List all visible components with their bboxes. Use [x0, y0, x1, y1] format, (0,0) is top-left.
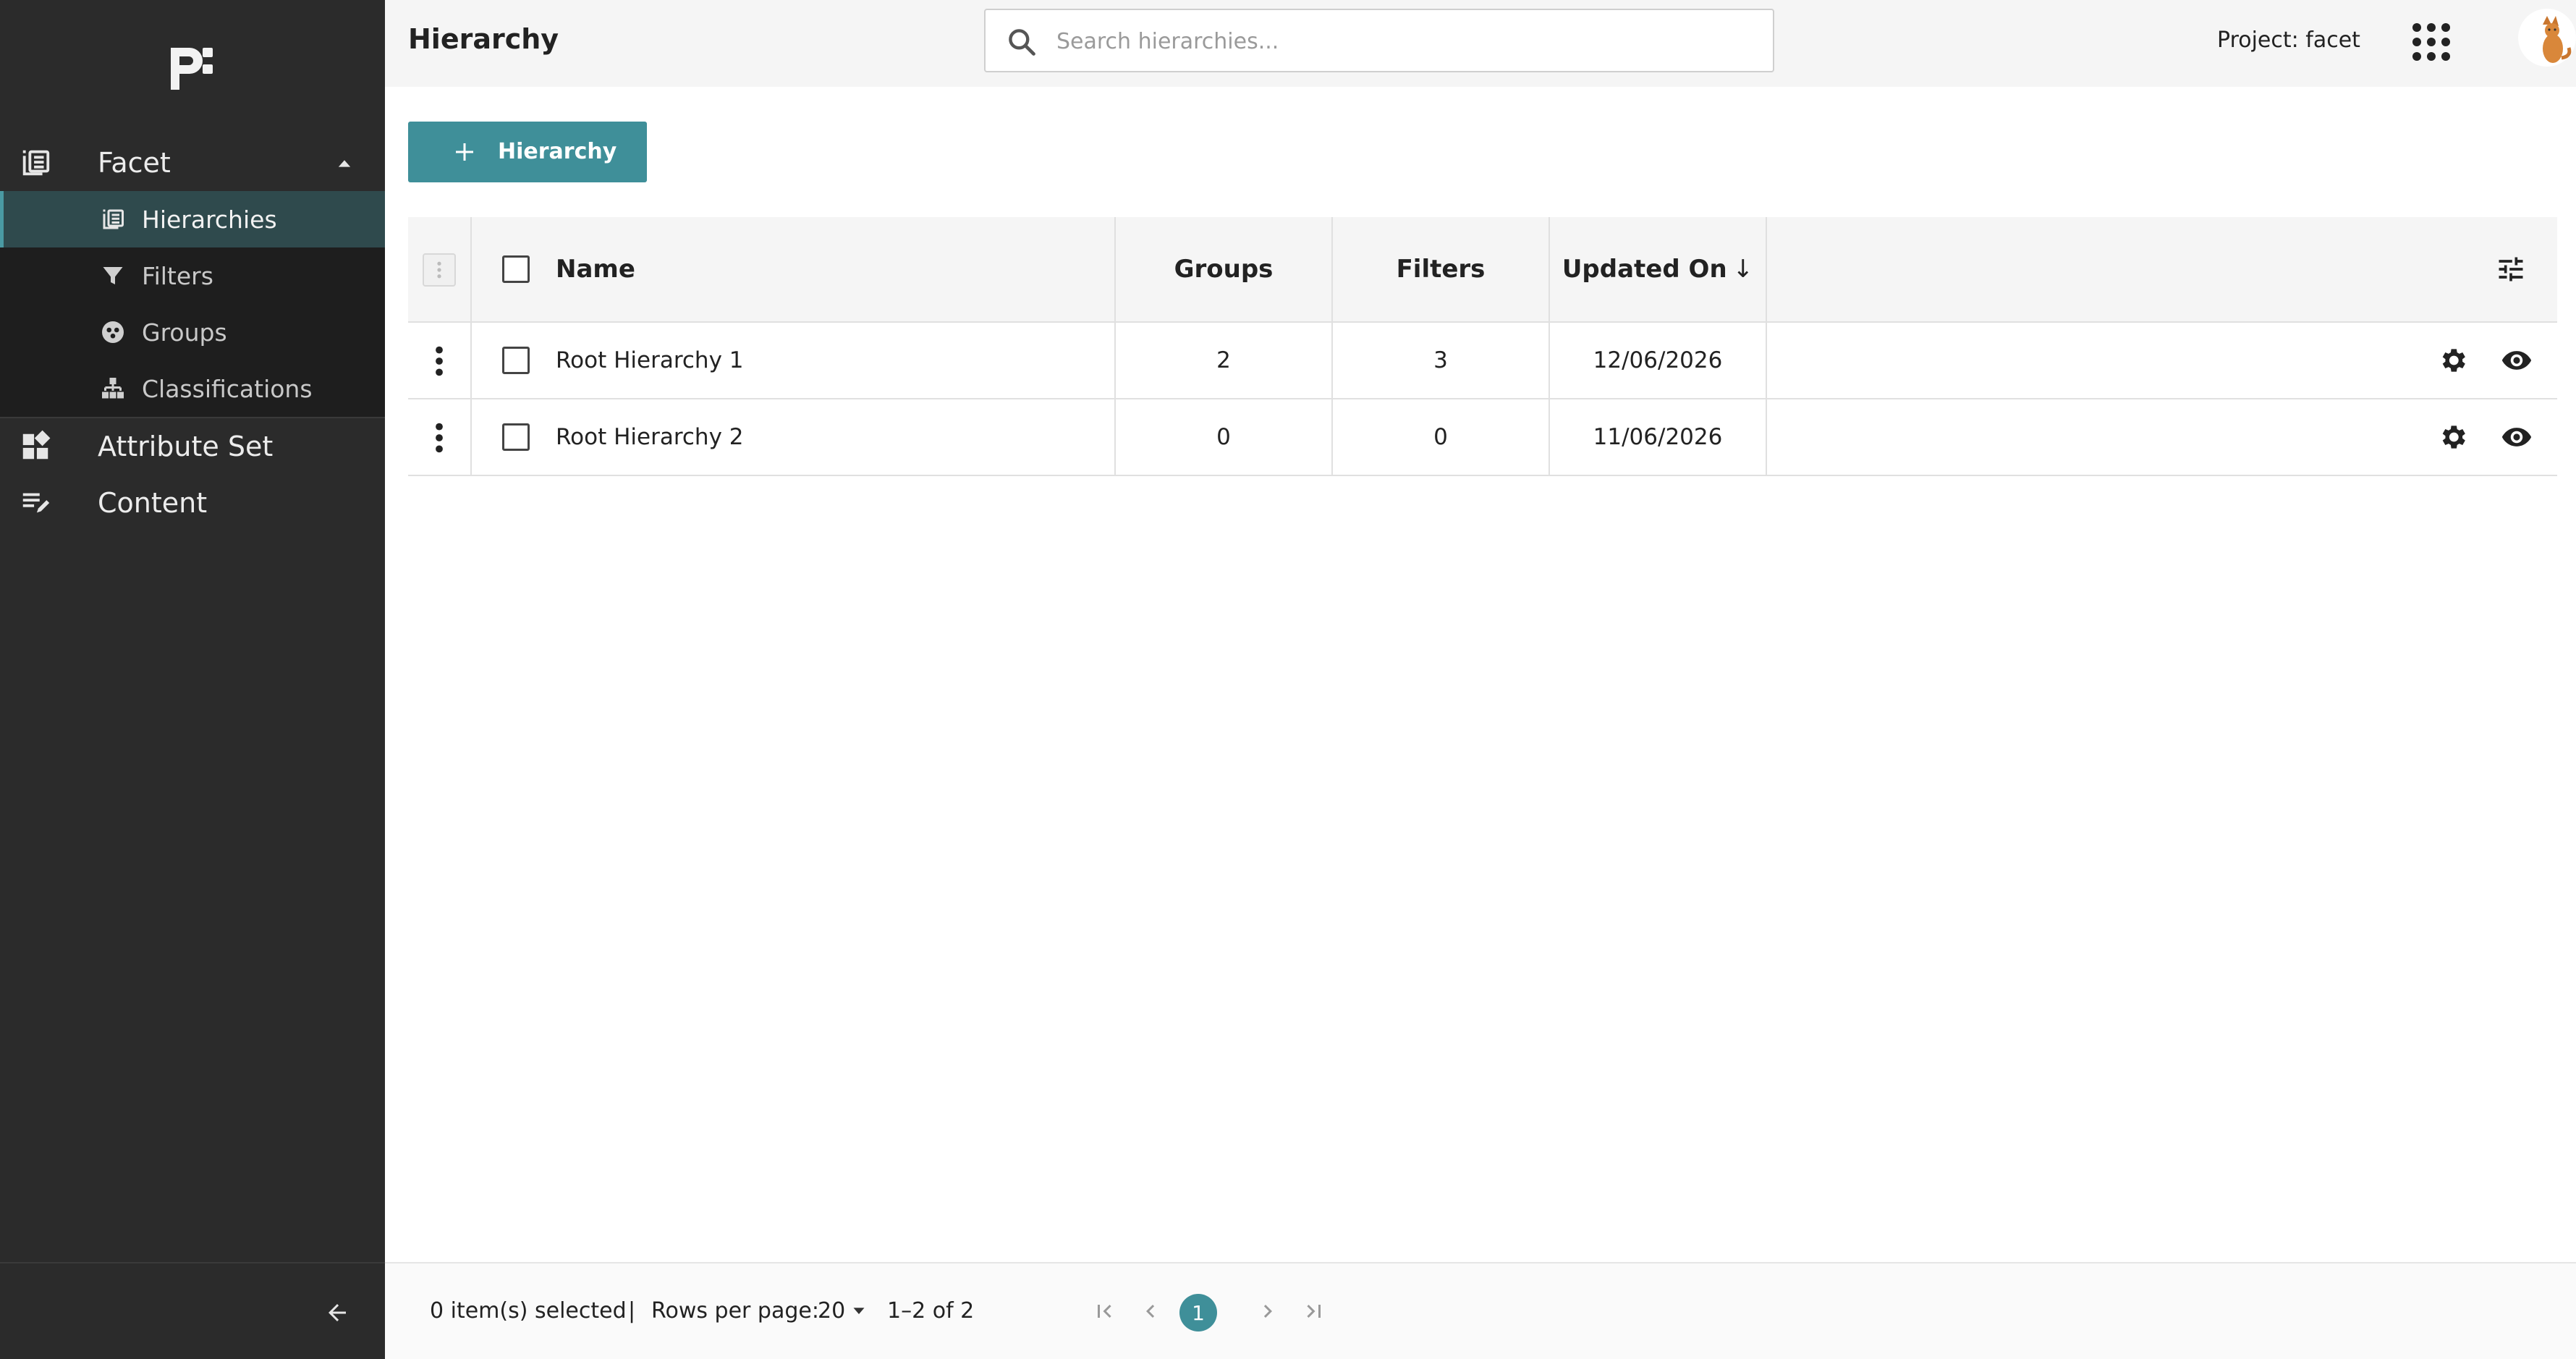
sort-desc-icon: ↓	[1732, 255, 1754, 284]
sidebar-item-classifications[interactable]: Classifications	[0, 360, 385, 417]
top-bar: Hierarchy Project: facet	[385, 0, 2576, 87]
hierarchy-list-icon	[103, 209, 124, 229]
eye-icon[interactable]	[2501, 421, 2533, 453]
sidebar: Facet Hierarchies Filters Groups Classif…	[0, 0, 385, 1359]
sidebar-item-label: Hierarchies	[142, 205, 277, 234]
column-header-label: Updated On	[1562, 255, 1727, 284]
project-label[interactable]: Project: facet	[2217, 27, 2360, 53]
logo-icon[interactable]	[165, 41, 217, 91]
search-input[interactable]	[1056, 23, 1751, 59]
sidebar-item-label: Groups	[142, 318, 227, 347]
cell-updated-on: 12/06/2026	[1593, 347, 1723, 373]
last-page-icon[interactable]	[1301, 1298, 1327, 1324]
gear-icon[interactable]	[2437, 344, 2469, 376]
classification-tree-icon	[102, 378, 124, 399]
cell-groups: 2	[1216, 347, 1231, 373]
eye-icon[interactable]	[2501, 344, 2533, 376]
chevron-down-icon[interactable]	[848, 1300, 870, 1321]
cell-name[interactable]: Root Hierarchy 1	[556, 323, 744, 398]
footer-divider: |	[628, 1298, 636, 1324]
chevron-right-icon[interactable]	[1255, 1298, 1281, 1324]
selected-count: 0 item(s) selected	[430, 1298, 627, 1324]
sidebar-footer	[0, 1262, 385, 1359]
more-vert-icon[interactable]	[428, 346, 450, 376]
column-header-filters[interactable]: Filters	[1333, 217, 1548, 321]
column-header-name[interactable]: Name	[556, 217, 635, 321]
sidebar-item-label: Filters	[142, 261, 213, 290]
sidebar-section-attribute-set[interactable]: Attribute Set	[0, 418, 385, 475]
cell-name[interactable]: Root Hierarchy 2	[556, 399, 744, 475]
sidebar-section-facet[interactable]: Facet	[0, 135, 385, 191]
sidebar-section-content[interactable]: Content	[0, 475, 385, 531]
add-hierarchy-button[interactable]: Hierarchy	[408, 122, 647, 182]
cell-updated-on: 11/06/2026	[1593, 424, 1723, 450]
column-header-updated-on[interactable]: Updated On ↓	[1550, 217, 1766, 321]
facet-submenu: Hierarchies Filters Groups Classificatio…	[0, 191, 385, 417]
select-all-checkbox[interactable]	[502, 255, 530, 283]
cell-filters: 3	[1433, 347, 1448, 373]
column-settings-icon[interactable]	[2495, 253, 2527, 285]
table-header: Name Groups Filters Updated On ↓	[408, 217, 2557, 323]
sidebar-section-label: Attribute Set	[98, 431, 274, 462]
first-page-icon[interactable]	[1091, 1298, 1117, 1324]
add-button-label: Hierarchy	[498, 139, 617, 164]
table-row[interactable]: Root Hierarchy 2 0 0 11/06/2026	[408, 399, 2557, 476]
gear-icon[interactable]	[2437, 421, 2469, 453]
avatar[interactable]	[2518, 9, 2576, 67]
filter-icon	[103, 267, 123, 284]
drag-dots-icon	[437, 261, 441, 279]
arrow-left-icon[interactable]	[324, 1300, 350, 1326]
table-footer: 0 item(s) selected | Rows per page: 20 1…	[385, 1262, 2576, 1359]
table-row[interactable]: Root Hierarchy 1 2 3 12/06/2026	[408, 323, 2557, 399]
cat-avatar-icon	[2543, 16, 2572, 63]
hierarchy-table: Name Groups Filters Updated On ↓ Root Hi…	[408, 217, 2557, 476]
apps-grid-icon[interactable]	[2410, 20, 2453, 64]
rows-per-page-label: Rows per page:	[651, 1298, 819, 1324]
cell-filters: 0	[1433, 424, 1448, 450]
sidebar-section-label: Facet	[98, 147, 171, 179]
rows-per-page-select[interactable]: 20	[818, 1298, 845, 1324]
row-checkbox[interactable]	[502, 347, 530, 374]
cell-groups: 0	[1216, 424, 1231, 450]
search-icon	[1009, 29, 1035, 56]
sidebar-item-label: Classifications	[142, 374, 313, 403]
column-drag-handle[interactable]	[423, 253, 456, 287]
sidebar-item-hierarchies[interactable]: Hierarchies	[0, 191, 385, 247]
caret-up-icon[interactable]	[334, 153, 355, 174]
hierarchy-list-icon	[22, 150, 50, 176]
dashboard-icon	[22, 430, 51, 460]
sidebar-item-groups[interactable]: Groups	[0, 304, 385, 360]
column-header-groups[interactable]: Groups	[1116, 217, 1331, 321]
plus-icon	[456, 143, 473, 161]
page-range: 1–2 of 2	[887, 1298, 975, 1324]
sidebar-item-filters[interactable]: Filters	[0, 247, 385, 304]
chevron-left-icon[interactable]	[1137, 1298, 1164, 1324]
edit-list-icon	[22, 493, 50, 513]
search-box[interactable]	[984, 9, 1774, 72]
groups-icon	[102, 321, 124, 343]
row-checkbox[interactable]	[502, 423, 530, 451]
page-button-current[interactable]: 1	[1179, 1294, 1217, 1332]
sidebar-section-label: Content	[98, 487, 208, 519]
more-vert-icon[interactable]	[428, 423, 450, 453]
page-title: Hierarchy	[408, 23, 559, 55]
